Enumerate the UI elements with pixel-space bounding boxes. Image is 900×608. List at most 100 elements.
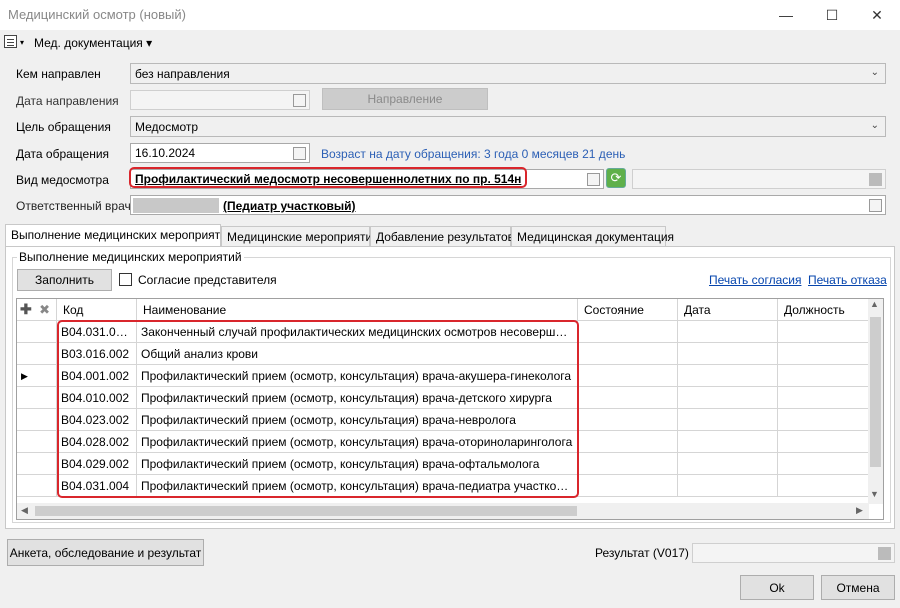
ellipsis-icon[interactable]: [587, 173, 600, 186]
column-header[interactable]: Наименование: [137, 299, 578, 321]
tab-medical-activities[interactable]: Медицинские мероприятия: [221, 226, 379, 247]
window-title: Медицинский осмотр (новый): [8, 7, 186, 22]
doctor-field[interactable]: (Педиатр участковый): [130, 195, 886, 215]
print-consent-link[interactable]: Печать согласия: [709, 273, 801, 287]
survey-button[interactable]: Анкета, обследование и результат: [7, 539, 204, 566]
add-row-icon[interactable]: ✚: [20, 301, 32, 317]
horizontal-scrollbar[interactable]: ◀ ▶: [17, 503, 869, 519]
purpose-value: Медосмотр: [135, 120, 199, 134]
referred-by-select[interactable]: без направления ⌄: [130, 63, 886, 84]
ok-button[interactable]: Ok: [740, 575, 814, 600]
table-cell[interactable]: [778, 431, 869, 453]
group-title: Выполнение медицинских мероприятий: [17, 250, 244, 264]
table-cell[interactable]: [578, 343, 678, 365]
scroll-down-icon[interactable]: ▼: [870, 489, 879, 499]
med-docs-menu[interactable]: Мед. документация ▾: [34, 36, 152, 50]
table-cell[interactable]: [778, 387, 869, 409]
close-button[interactable]: ✕: [854, 0, 900, 30]
consent-checkbox[interactable]: [119, 273, 132, 286]
visit-date-field[interactable]: 16.10.2024: [130, 143, 310, 163]
table-cell[interactable]: [578, 475, 678, 497]
scroll-left-icon[interactable]: ◀: [21, 505, 28, 516]
chevron-down-icon[interactable]: ▾: [20, 38, 24, 47]
table-cell[interactable]: [778, 321, 869, 343]
table-cell[interactable]: [778, 453, 869, 475]
cancel-button[interactable]: Отмена: [821, 575, 895, 600]
table-cell[interactable]: [678, 409, 778, 431]
doctor-name-redacted: [133, 198, 219, 213]
row-marker[interactable]: [17, 321, 57, 343]
column-header[interactable]: Состояние: [578, 299, 678, 321]
table-cell[interactable]: [678, 321, 778, 343]
referral-date-field: [130, 90, 310, 110]
vertical-scrollbar[interactable]: ▲ ▼: [868, 299, 883, 504]
doctor-value: (Педиатр участковый): [223, 199, 356, 213]
result-field: [692, 543, 895, 563]
table-cell[interactable]: [578, 321, 678, 343]
minimize-button[interactable]: —: [763, 0, 809, 30]
column-header[interactable]: Дата: [678, 299, 778, 321]
ellipsis-icon: [869, 173, 882, 186]
table-cell[interactable]: [678, 365, 778, 387]
referred-by-value: без направления: [135, 67, 230, 81]
refresh-icon[interactable]: ⟳: [606, 168, 626, 188]
row-marker[interactable]: ▶: [17, 365, 57, 387]
row-marker[interactable]: [17, 387, 57, 409]
table-cell[interactable]: [678, 475, 778, 497]
row-marker[interactable]: [17, 409, 57, 431]
referral-button[interactable]: Направление: [322, 88, 488, 110]
visit-date-label: Дата обращения: [16, 147, 110, 161]
table-cell[interactable]: [578, 387, 678, 409]
title-bar: Медицинский осмотр (новый) — ☐ ✕: [0, 0, 900, 30]
doctor-label: Ответственный врач: [16, 199, 131, 213]
referral-date-label: Дата направления: [16, 94, 119, 108]
table-cell[interactable]: [778, 343, 869, 365]
fill-button[interactable]: Заполнить: [17, 269, 112, 291]
purpose-select[interactable]: Медосмотр ⌄: [130, 116, 886, 137]
row-marker[interactable]: [17, 431, 57, 453]
table-cell[interactable]: [578, 365, 678, 387]
maximize-button[interactable]: ☐: [809, 0, 855, 30]
tab-execution[interactable]: Выполнение медицинских мероприятий: [5, 224, 234, 248]
scroll-right-icon[interactable]: ▶: [856, 505, 863, 516]
scroll-up-icon[interactable]: ▲: [870, 299, 879, 309]
table-cell[interactable]: [678, 387, 778, 409]
row-marker[interactable]: [17, 343, 57, 365]
table-cell[interactable]: [778, 365, 869, 387]
scroll-thumb[interactable]: [870, 317, 881, 467]
grid-toolbar: ✚ ✖: [17, 299, 57, 321]
chevron-down-icon: ⌄: [870, 67, 879, 78]
visit-date-value: 16.10.2024: [135, 146, 196, 160]
table-cell[interactable]: [678, 453, 778, 475]
referred-by-label: Кем направлен: [16, 67, 101, 81]
exam-type-highlight: [129, 167, 527, 188]
tab-medical-docs[interactable]: Медицинская документация: [511, 226, 674, 247]
consent-label: Согласие представителя: [138, 273, 277, 287]
calendar-icon[interactable]: [293, 147, 306, 160]
delete-row-icon[interactable]: ✖: [39, 302, 50, 317]
document-menu-icon[interactable]: [4, 35, 17, 48]
tab-add-results[interactable]: Добавление результатов: [370, 226, 514, 247]
table-cell[interactable]: [578, 409, 678, 431]
column-header[interactable]: Код: [57, 299, 137, 321]
table-cell[interactable]: [678, 343, 778, 365]
exam-type-label: Вид медосмотра: [16, 173, 109, 187]
table-cell[interactable]: [678, 431, 778, 453]
table-cell[interactable]: [778, 475, 869, 497]
table-cell[interactable]: [578, 453, 678, 475]
calendar-icon: [293, 94, 306, 107]
row-marker[interactable]: [17, 475, 57, 497]
age-info: Возраст на дату обращения: 3 года 0 меся…: [321, 147, 626, 161]
exam-extra-field: [632, 169, 886, 189]
ellipsis-icon: [878, 547, 891, 560]
print-refusal-link[interactable]: Печать отказа: [808, 273, 887, 287]
table-cell[interactable]: [778, 409, 869, 431]
table-cell[interactable]: [578, 431, 678, 453]
rows-highlight: [57, 320, 579, 498]
ellipsis-icon[interactable]: [869, 199, 882, 212]
row-marker[interactable]: [17, 453, 57, 475]
hscroll-thumb[interactable]: [35, 506, 577, 516]
result-label: Результат (V017): [595, 546, 689, 560]
chevron-down-icon: ⌄: [870, 120, 879, 131]
column-header[interactable]: Должность: [778, 299, 869, 321]
